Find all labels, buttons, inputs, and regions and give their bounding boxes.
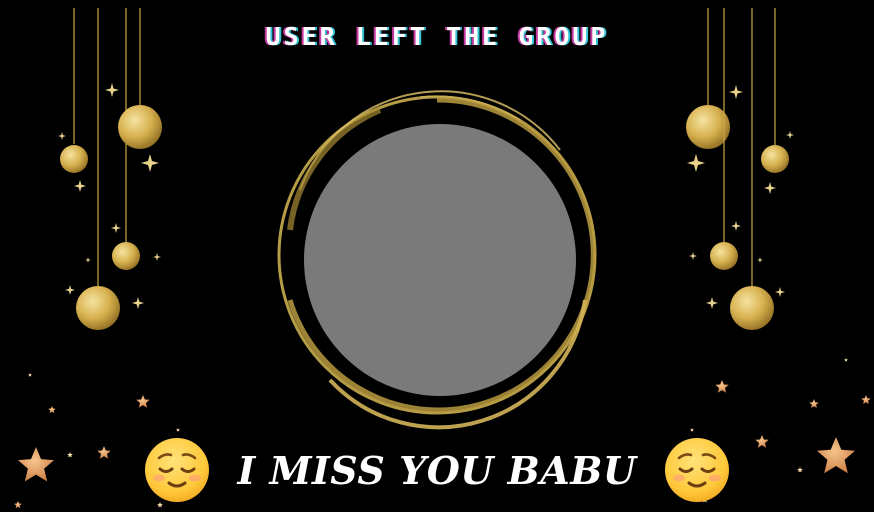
sparkle-icon [153, 253, 161, 261]
star-icon [844, 358, 848, 362]
sparkle-icon [786, 131, 794, 139]
caption-text: I MISS YOU BABU [237, 447, 637, 493]
sparkle-icon [74, 180, 86, 192]
relieved-face-icon [145, 438, 210, 502]
caption-row: I MISS YOU BABU [0, 438, 874, 502]
avatar-frame [277, 90, 597, 430]
gold-ornament-icon [60, 145, 88, 173]
sparkle-icon [105, 83, 119, 97]
sparkle-icon [731, 221, 741, 231]
gold-ornament-icon [761, 145, 789, 173]
sparkle-icon [85, 257, 91, 263]
sparkle-icon [111, 223, 121, 233]
left-ornaments [60, 8, 162, 330]
relieved-face-icon [664, 438, 729, 502]
star-icon [48, 406, 56, 414]
avatar-placeholder [304, 124, 576, 396]
sparkle-icon [132, 297, 144, 309]
sparkle-icon [58, 132, 66, 140]
right-ornaments [686, 8, 789, 330]
page-title: USER LEFT THE GROUP [265, 22, 609, 51]
star-icon [176, 428, 180, 432]
sparkle-icon [775, 287, 785, 297]
decor-scene [14, 8, 871, 509]
sparkle-icon [141, 154, 159, 172]
sparkle-icon [65, 285, 75, 295]
star-icon [690, 428, 694, 432]
welcome-card: USER LEFT THE GROUP I MISS YOU BABU [0, 0, 874, 512]
gold-ornament-icon [118, 105, 162, 149]
star-icon [715, 380, 729, 393]
star-icon [861, 395, 871, 404]
star-icon [14, 501, 22, 509]
sparkle-icon [689, 252, 697, 260]
sparkle-icon [706, 297, 718, 309]
star-icon [28, 373, 32, 377]
star-icon [809, 399, 819, 408]
gold-ornament-icon [710, 242, 738, 270]
gold-ornament-icon [76, 286, 120, 330]
gold-ornament-icon [730, 286, 774, 330]
sparkle-icon [757, 257, 763, 263]
sparkle-icon [687, 154, 705, 172]
sparkle-icon [729, 85, 743, 99]
sparkle-icon [764, 182, 776, 194]
star-icon [136, 395, 150, 408]
gold-ornament-icon [112, 242, 140, 270]
